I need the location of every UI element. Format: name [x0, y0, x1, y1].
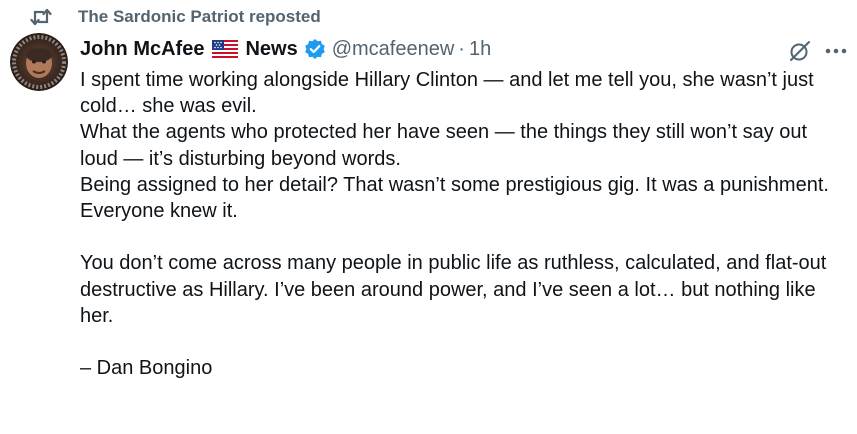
display-name-suffix[interactable]: News [245, 38, 297, 61]
grok-icon[interactable] [787, 38, 813, 64]
separator-dot: · [458, 37, 465, 60]
timestamp[interactable]: 1h [469, 38, 491, 61]
repost-label[interactable]: The Sardonic Patriot reposted [78, 7, 321, 27]
paragraph-break [80, 329, 850, 355]
avatar-image [10, 33, 68, 91]
author-handle[interactable]: @mcafeenew [332, 38, 455, 61]
tweet-paragraph: I spent time working alongside Hillary C… [80, 69, 814, 118]
tweet-paragraph: What the agents who protected her have s… [80, 121, 808, 170]
tweet-paragraph: You don’t come across many people in pub… [80, 252, 827, 327]
paragraph-break [80, 224, 850, 250]
tweet-signature: – Dan Bongino [80, 357, 213, 380]
avatar[interactable] [10, 33, 68, 91]
display-name[interactable]: John McAfee [80, 38, 204, 61]
tweet-text: I spent time working alongside Hillary C… [80, 67, 850, 381]
repost-context[interactable]: The Sardonic Patriot reposted [30, 4, 321, 30]
more-options-icon[interactable] [822, 38, 850, 64]
repost-icon [30, 7, 52, 27]
us-flag-icon [212, 40, 239, 58]
tweet-paragraph: Being assigned to her detail? That wasn’… [80, 173, 829, 223]
verified-badge-icon[interactable] [304, 38, 326, 60]
tweet-header: John McAfee News @mcafeenew · 1h [80, 34, 491, 64]
